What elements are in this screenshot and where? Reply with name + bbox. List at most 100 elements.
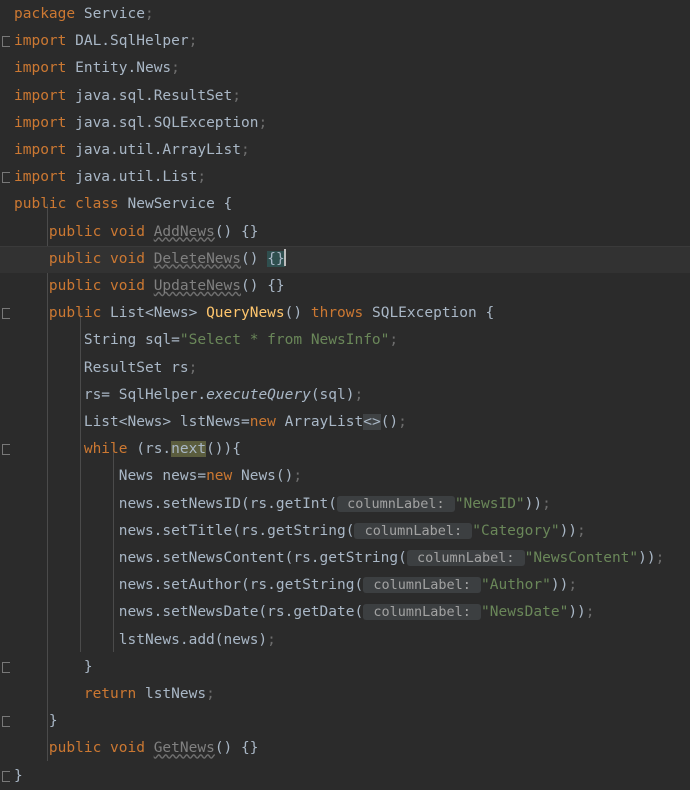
- code-line-text: news.setAuthor(rs.getString( columnLabel…: [0, 572, 690, 599]
- token-ident: ResultSet rs: [14, 359, 189, 376]
- token-punc: [14, 278, 49, 294]
- code-line[interactable]: while (rs.next()){: [0, 436, 690, 463]
- code-line-text: public void DeleteNews() {}: [0, 246, 690, 273]
- token-mname: QueryNews: [206, 305, 285, 322]
- token-ident: news.setNewsDate(rs.getDate(: [14, 604, 364, 621]
- code-line[interactable]: news.setNewsContent(rs.getString( column…: [0, 545, 690, 572]
- token-punc: [14, 441, 84, 457]
- token-punc: )): [524, 495, 543, 512]
- code-line[interactable]: public class NewService {: [0, 191, 690, 218]
- token-semi: ;: [655, 550, 665, 566]
- code-line[interactable]: }: [0, 708, 690, 735]
- code-line[interactable]: List<News> lstNews=new ArrayList<>();: [0, 409, 690, 436]
- token-hint: columnLabel:: [354, 522, 473, 539]
- token-semi: ;: [568, 577, 578, 594]
- token-kw: public: [48, 250, 102, 267]
- code-line[interactable]: ResultSet rs;: [0, 355, 690, 382]
- token-semi: ;: [144, 6, 154, 22]
- code-line[interactable]: public void UpdateNews() {}: [0, 273, 690, 300]
- token-semi: ;: [542, 495, 551, 512]
- token-kw: public: [14, 196, 67, 213]
- code-line-text: import java.util.List;: [0, 164, 690, 191]
- token-ident: news.setNewsID(rs.getInt(: [14, 495, 338, 512]
- text-caret: [283, 248, 286, 266]
- code-line[interactable]: import java.util.ArrayList;: [0, 137, 690, 164]
- code-line[interactable]: }: [0, 763, 690, 790]
- code-line[interactable]: public void GetNews() {}: [0, 735, 690, 762]
- code-line-text: import java.sql.SQLException;: [0, 110, 690, 137]
- token-kw: void: [110, 250, 145, 267]
- token-semi: ;: [258, 114, 268, 131]
- token-punc: }: [14, 767, 23, 784]
- code-line[interactable]: String sql="Select * from NewsInfo";: [0, 327, 690, 354]
- code-line-text: String sql="Select * from NewsInfo";: [0, 327, 690, 354]
- code-line[interactable]: news.setNewsID(rs.getInt( columnLabel: "…: [0, 491, 690, 518]
- code-line[interactable]: news.setNewsDate(rs.getDate( columnLabel…: [0, 599, 690, 626]
- token-punc: )): [559, 522, 578, 539]
- token-punc: [14, 740, 49, 756]
- code-line[interactable]: import java.sql.ResultSet;: [0, 83, 690, 110]
- code-line-text: news.setNewsDate(rs.getDate( columnLabel…: [0, 599, 690, 626]
- code-line[interactable]: public void DeleteNews() {}: [0, 245, 690, 273]
- token-punc: () {}: [214, 223, 259, 240]
- code-line[interactable]: import java.sql.SQLException;: [0, 110, 690, 137]
- token-kw: public: [48, 223, 102, 240]
- code-line[interactable]: import Entity.News;: [0, 55, 690, 82]
- token-punc: [14, 686, 84, 702]
- code-line[interactable]: import DAL.SqlHelper;: [0, 28, 690, 55]
- code-line-text: import java.sql.ResultSet;: [0, 83, 690, 110]
- code-line[interactable]: public void AddNews() {}: [0, 219, 690, 246]
- token-semi: ;: [398, 414, 407, 430]
- token-str: "Select * from NewsInfo": [179, 332, 390, 349]
- code-line[interactable]: lstNews.add(news);: [0, 627, 690, 654]
- token-str: "NewsDate": [481, 604, 569, 621]
- code-line[interactable]: rs= SqlHelper.executeQuery(sql);: [0, 382, 690, 409]
- token-semi: ;: [188, 359, 198, 376]
- code-line-text: public void AddNews() {}: [0, 219, 690, 246]
- token-punc: }: [14, 713, 58, 730]
- token-ident: news.setTitle(rs.getString(: [14, 522, 355, 539]
- code-line[interactable]: import java.util.List;: [0, 164, 690, 191]
- token-punc: {: [223, 196, 233, 213]
- token-unused: UpdateNews: [153, 278, 242, 294]
- token-str: "NewsID": [454, 495, 525, 512]
- code-line-text: public List<News> QueryNews() throws SQL…: [0, 300, 690, 327]
- token-punc: {: [485, 305, 495, 322]
- token-ident: (rs.: [127, 441, 172, 458]
- code-line[interactable]: news.setTitle(rs.getString( columnLabel:…: [0, 518, 690, 545]
- code-line[interactable]: return lstNews;: [0, 681, 690, 708]
- code-line[interactable]: News news=new News();: [0, 463, 690, 490]
- code-line-text: return lstNews;: [0, 681, 690, 708]
- token-punc: )): [638, 550, 656, 566]
- token-punc: [145, 224, 154, 240]
- token-hint: columnLabel:: [337, 495, 455, 512]
- code-line-text: news.setNewsContent(rs.getString( column…: [0, 545, 690, 572]
- token-ident: List<News> lstNews=: [14, 414, 250, 430]
- code-line[interactable]: }: [0, 654, 690, 681]
- code-line-text: while (rs.next()){: [0, 436, 690, 463]
- token-punc: [14, 224, 49, 240]
- token-punc: (): [284, 305, 311, 322]
- token-kw: public: [48, 278, 102, 294]
- token-punc: [66, 196, 75, 212]
- code-line-text: List<News> lstNews=new ArrayList<>();: [0, 409, 690, 436]
- token-ident: NewService: [118, 196, 224, 213]
- code-line[interactable]: package Service;: [0, 1, 690, 28]
- token-semi: ;: [267, 631, 276, 648]
- code-line-text: News news=new News();: [0, 463, 690, 490]
- token-ident: news.setNewsContent(rs.getString(: [14, 550, 407, 566]
- code-line[interactable]: news.setAuthor(rs.getString( columnLabel…: [0, 572, 690, 599]
- code-line[interactable]: public List<News> QueryNews() throws SQL…: [0, 300, 690, 327]
- token-hint: columnLabel:: [406, 550, 525, 566]
- code-line-text: lstNews.add(news);: [0, 627, 690, 654]
- token-punc: [75, 6, 84, 22]
- token-ident: java.sql.SQLException: [66, 114, 259, 131]
- code-editor[interactable]: package Service; import DAL.SqlHelper; imp…: [0, 0, 690, 784]
- token-punc: [101, 305, 110, 321]
- token-ident: Service: [83, 6, 145, 22]
- token-ident: rs= SqlHelper.: [14, 386, 207, 403]
- token-selbrace: {}: [267, 250, 285, 267]
- code-line-text: package Service;: [0, 1, 690, 28]
- token-ident: News(): [232, 468, 294, 485]
- token-semi: ;: [577, 522, 586, 539]
